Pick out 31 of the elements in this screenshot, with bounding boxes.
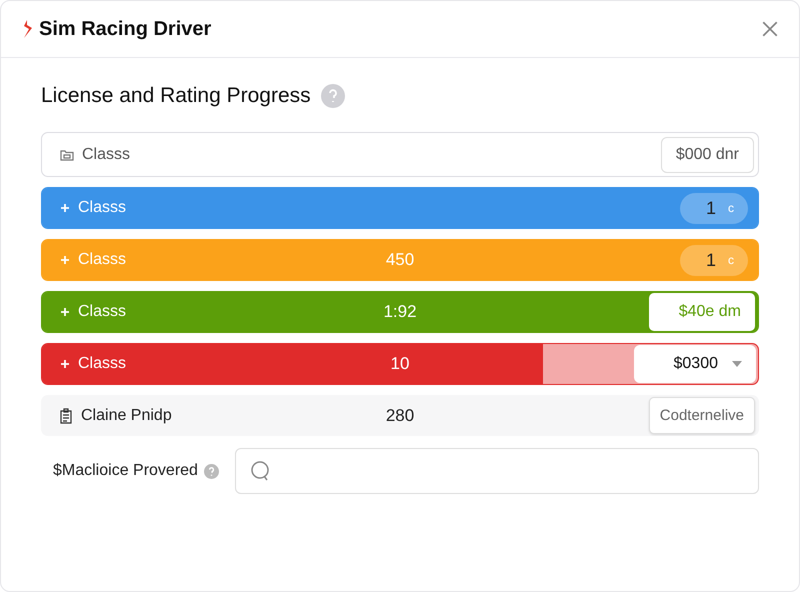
field-label: $Maclioice Provered [53, 462, 198, 480]
help-icon [320, 84, 345, 108]
plus-icon [60, 359, 70, 369]
window-title: Sim Racing Driver [39, 18, 212, 40]
rating-value: 280 [386, 406, 414, 426]
plus-icon [60, 203, 70, 213]
class-label: Classs [78, 355, 126, 373]
class-label: Claine Pnidp [81, 406, 172, 424]
clipboard-icon [59, 408, 73, 424]
logo-icon [21, 20, 33, 38]
value-box: $000 dnr [660, 136, 754, 172]
caret-icon [732, 361, 742, 367]
folder-icon [60, 148, 74, 160]
search-field[interactable] [235, 448, 759, 494]
class-label: Classs [78, 199, 126, 217]
rating-value: 10 [390, 354, 410, 374]
rating-value: 450 [386, 250, 414, 270]
section-heading: License and Rating Progress [41, 84, 311, 108]
class-label: Classs [78, 303, 126, 321]
class-label: Classs [82, 146, 130, 164]
close-icon[interactable] [761, 20, 779, 38]
class-label: Classs [78, 251, 126, 269]
plus-icon [60, 255, 70, 265]
value-dropdown[interactable]: $0300 [634, 345, 756, 383]
level-badge: 1 c [680, 192, 748, 224]
value-box: $40e dm [648, 292, 756, 332]
level-badge: 1 c [680, 244, 748, 276]
action-button[interactable]: Codternelive [648, 397, 755, 434]
rating-value: 1:92 [383, 302, 417, 322]
help-icon [204, 464, 219, 478]
plus-icon [60, 307, 70, 317]
